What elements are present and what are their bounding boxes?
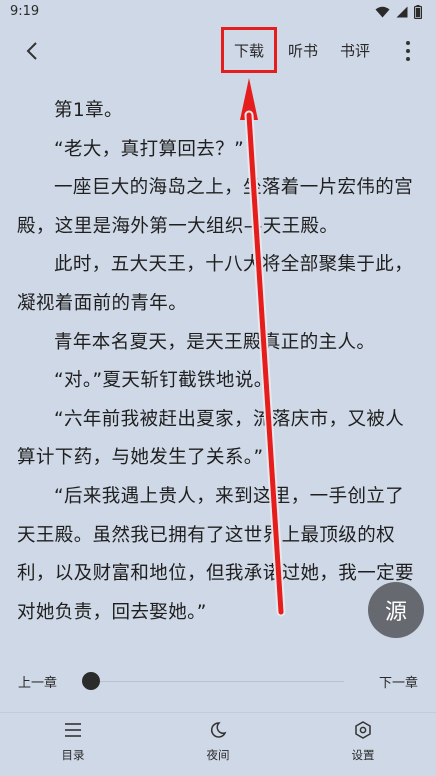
- listen-button[interactable]: 听书: [288, 40, 318, 61]
- status-time: 9:19: [10, 4, 40, 19]
- paragraph: 此时，五大天王，十八大将全部聚集于此，凝视着面前的青年。: [17, 254, 414, 314]
- prev-chapter-button[interactable]: 上一章: [18, 672, 57, 691]
- chapter-content: 第1章。 “老大，真打算回去？” 一座巨大的海岛之上，坐落着一片宏伟的宫殿，这里…: [17, 92, 421, 632]
- paragraph: “老大，真打算回去？”: [54, 138, 245, 160]
- status-bar: 9:19: [0, 0, 436, 24]
- settings-icon: [355, 721, 371, 739]
- menu-icon: [65, 723, 81, 737]
- table-of-contents-button[interactable]: 目录: [33, 721, 113, 763]
- progress-track[interactable]: [92, 681, 344, 682]
- more-vertical-icon: [406, 41, 410, 61]
- nav-label: 目录: [61, 748, 85, 762]
- paragraph: 青年本名夏天，是天王殿真正的主人。: [54, 331, 376, 353]
- reader-toolbar: 下载 听书 书评: [0, 28, 436, 72]
- bottom-nav: 目录 夜间 设置: [0, 712, 436, 776]
- chapter-progress: 上一章 下一章: [0, 666, 436, 696]
- battery-icon: [414, 5, 422, 19]
- paragraph: “对。”夏天斩钉截铁地说。: [54, 370, 273, 392]
- nav-label: 夜间: [206, 748, 230, 762]
- night-mode-button[interactable]: 夜间: [178, 721, 258, 763]
- back-button[interactable]: [18, 36, 48, 66]
- signal-icon: [396, 6, 408, 18]
- status-icons: [375, 5, 422, 19]
- paragraph: “后来我遇上贵人，来到这里，一手创立了天王殿。虽然我已拥有了这世界上最顶级的权利…: [17, 485, 414, 623]
- download-highlight-box: [221, 27, 277, 73]
- paragraph: 一座巨大的海岛之上，坐落着一片宏伟的宫殿，这里是海外第一大组织—天王殿。: [17, 177, 414, 237]
- progress-thumb[interactable]: [82, 672, 100, 690]
- back-arrow-icon: [26, 42, 37, 60]
- moon-icon: [210, 722, 227, 738]
- next-chapter-button[interactable]: 下一章: [379, 672, 418, 691]
- paragraph: “六年前我被赶出夏家，流落庆市，又被人算计下药，与她发生了关系。”: [17, 408, 405, 469]
- wifi-icon: [375, 6, 390, 18]
- source-button[interactable]: 源: [368, 582, 424, 638]
- nav-label: 设置: [351, 748, 375, 762]
- paragraph: 第1章。: [54, 100, 123, 121]
- more-options-button[interactable]: [398, 38, 418, 64]
- settings-button[interactable]: 设置: [323, 721, 403, 763]
- review-button[interactable]: 书评: [340, 40, 370, 61]
